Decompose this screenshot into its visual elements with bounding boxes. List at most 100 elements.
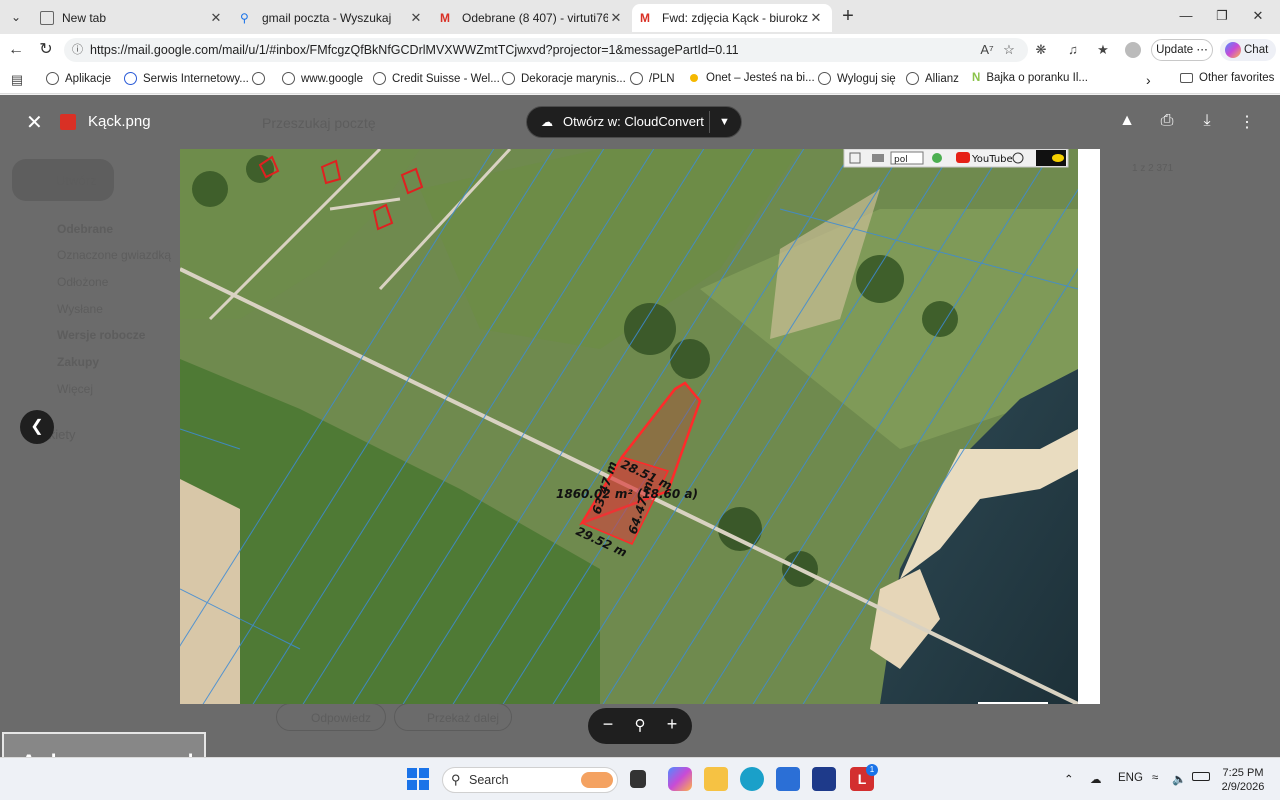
download-icon[interactable]: ⤓ [1196,112,1218,134]
copilot-icon [1225,42,1241,58]
clock-date: 2/9/2026 [1221,781,1265,793]
satellite-map: 1860.02 m² (18.60 a) 28.51 m 63.47 m 64.… [180,148,1078,704]
bookmark-onet[interactable]: Onet – Jesteś na bi... [690,72,815,84]
tab-gmail-inbox[interactable]: M Odebrane (8 407) - virtuti76@gma ✕ [432,4,632,32]
volume-icon[interactable]: 🔈 [1172,772,1186,786]
wifi-icon[interactable]: ≈ [1152,772,1158,784]
bookmark-label: Wyloguj się [837,72,896,85]
taskbar-search-label: Search [469,773,509,787]
nav-drafts: Wersje robocze [57,328,146,342]
bookmark-label: Aplikacje [65,72,112,85]
bookmark-label: Credit Suisse - Wel... [392,72,500,85]
map-toolbar: pol YouTube [843,148,1069,168]
edge-icon[interactable] [740,767,764,791]
window-close-icon[interactable]: ✕ [1248,8,1268,26]
bookmark-label: Other favorites [1199,72,1275,84]
media-icon[interactable]: ♫ [1064,42,1082,58]
bookmark-pln[interactable]: /PLN [630,72,675,85]
globe-icon [373,72,386,85]
bookmarks-overflow-icon[interactable]: › [1146,72,1151,88]
url-text: https://mail.google.com/mail/u/1/#inbox/… [90,43,739,57]
site-info-icon[interactable]: ⓘ [72,38,83,62]
close-tab-icon[interactable]: ✕ [408,10,424,26]
tray-overflow-icon[interactable]: ⌃ [1064,772,1074,786]
close-tab-icon[interactable]: ✕ [808,10,824,26]
extensions-icon[interactable]: ❋ [1032,42,1050,58]
new-tab-icon[interactable]: + [838,6,858,26]
bookmark-serwis[interactable]: Serwis Internetowy... [124,72,249,85]
tab-title: gmail poczta - Wyszukaj [262,11,392,25]
bookmark-label: Allianz [925,72,959,85]
taskbar-search[interactable]: ⚲ Search [442,767,618,793]
onedrive-icon[interactable]: ☁ [1090,772,1102,786]
previous-attachment-button[interactable]: ❮ [20,410,54,444]
task-view-icon[interactable] [630,770,646,788]
open-with-label: Otwórz w: CloudConvert [563,114,704,129]
bookmark-aplikacje[interactable]: Aplikacje [46,72,111,85]
tab-new-tab[interactable]: New tab ✕ [32,4,232,32]
gmail-icon: M [440,11,450,25]
print-icon[interactable]: ⎙ [1156,112,1178,134]
avatar[interactable] [1124,42,1142,58]
bookmark-label: Serwis Internetowy... [143,72,249,85]
search-icon: ⚲ [451,772,461,787]
battery-icon[interactable] [1192,772,1210,784]
close-viewer-icon[interactable]: ✕ [26,110,43,135]
reply-button: Odpowiedz [276,703,386,731]
pager-text: 1 z 2 371 [1132,163,1174,174]
bookmark-bajka[interactable]: N Bajka o poranku Il... [972,72,1088,84]
outlook-icon[interactable] [812,767,836,791]
address-toolbar: ← ↻ ⓘ https://mail.google.com/mail/u/1/#… [0,34,1280,66]
open-with-dropdown-icon[interactable]: ▼ [719,107,730,137]
bookmark-dekoracje[interactable]: Dekoracje marynis... [502,72,626,85]
start-icon[interactable] [406,767,430,791]
lang-select: pol [894,155,908,165]
zoom-reset-icon[interactable]: ⚲ [628,716,652,734]
bookmarks-bar: ▤ Aplikacje Serwis Internetowy... www.go… [0,66,1280,94]
forward-button: Przekaż dalej [394,703,512,731]
close-tab-icon[interactable]: ✕ [608,10,624,26]
favorite-star-icon[interactable]: ☆ [1000,42,1018,58]
compose-label: Utwórz [56,173,97,188]
open-with-button[interactable]: ☁ Otwórz w: CloudConvert ▼ [526,106,742,138]
input-language[interactable]: ENG [1118,772,1143,784]
zoom-in-icon[interactable]: + [660,714,684,735]
store-icon[interactable] [776,767,800,791]
apps-icon [46,72,59,85]
copilot-chat-button[interactable]: Chat [1220,39,1276,61]
zoom-out-icon[interactable]: − [596,714,620,735]
favorites-icon[interactable]: ★ [1094,42,1112,58]
bookmark-other-favorites[interactable]: Other favorites [1180,72,1274,84]
add-to-drive-icon[interactable]: ▲ [1116,112,1138,134]
copilot-taskbar-icon[interactable] [668,767,692,791]
tab-list-icon[interactable]: ⌄ [6,7,26,27]
bookmark-label: Onet – Jesteś na bi... [706,72,815,84]
attachment-image: 1860.02 m² (18.60 a) 28.51 m 63.47 m 64.… [180,148,1100,704]
more-options-icon[interactable]: ⋮ [1236,112,1258,134]
bookmark-wyloguj[interactable]: Wyloguj się [818,72,896,85]
back-icon[interactable]: ← [6,40,26,60]
url-bar[interactable]: ⓘ https://mail.google.com/mail/u/1/#inbo… [64,38,1028,62]
read-aloud-icon[interactable]: A⁷ [978,42,996,58]
bookmark-credit-suisse[interactable]: Credit Suisse - Wel... [373,72,500,85]
reload-icon[interactable]: ↻ [36,40,56,60]
close-tab-icon[interactable]: ✕ [208,10,224,26]
forward-label: Przekaż dalej [427,711,500,725]
minimize-icon[interactable]: — [1176,8,1196,26]
restore-icon[interactable]: ❐ [1212,8,1232,26]
globe-icon [252,72,265,85]
bookmark-globe[interactable] [252,72,271,85]
windows-taskbar: ⚲ Search L 1 ⌃ ☁ ENG ≈ 🔈 7:25 PM 2/9/202… [0,757,1280,800]
bookmark-google[interactable]: www.google [282,72,363,85]
compose-button: Utwórz [12,159,114,201]
tab-gmail-fwd[interactable]: M Fwd: zdjęcia Kąck - biurokz76@gm ✕ [632,4,832,32]
clock[interactable]: 7:25 PM 2/9/2026 [1216,766,1270,794]
update-button[interactable]: Update ⋯ [1151,39,1213,61]
folder-icon [1180,73,1193,83]
bookmark-allianz[interactable]: Allianz [906,72,959,85]
file-explorer-icon[interactable] [704,767,728,791]
tab-title: New tab [62,11,107,25]
tab-search[interactable]: ⚲ gmail poczta - Wyszukaj ✕ [232,4,432,32]
sidebar-toggle-icon[interactable]: ▤ [8,72,26,88]
onet-icon [690,74,698,82]
